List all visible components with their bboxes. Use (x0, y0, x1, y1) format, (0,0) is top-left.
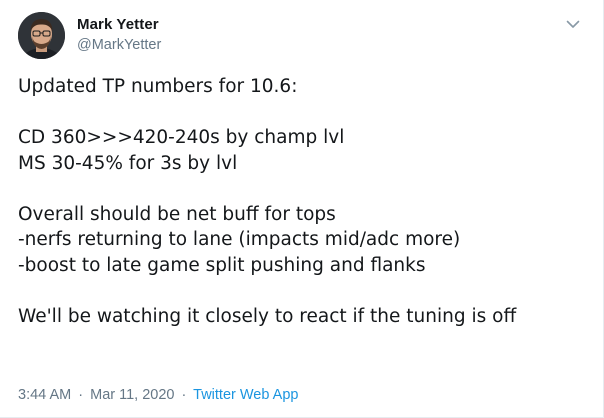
tweet-text: Updated TP numbers for 10.6: CD 360>>>42… (18, 74, 593, 329)
meta-separator: · (78, 387, 84, 403)
tweet-card: Mark Yetter @MarkYetter Updated TP numbe… (0, 0, 604, 418)
tweet-line: Updated TP numbers for 10.6: (18, 76, 298, 97)
tweet-line: -nerfs returning to lane (impacts mid/ad… (18, 229, 461, 250)
tweet-meta: 3:44 AM · Mar 11, 2020 · Twitter Web App (18, 386, 298, 404)
tweet-line: CD 360>>>420-240s by champ lvl (18, 127, 345, 148)
tweet-date[interactable]: Mar 11, 2020 (90, 387, 174, 403)
tweet-line: -boost to late game split pushing and fl… (18, 254, 426, 276)
tweet-line: We'll be watching it closely to react if… (18, 305, 517, 327)
avatar-image (18, 12, 65, 59)
author-name[interactable]: Mark Yetter (77, 16, 161, 34)
meta-separator: · (181, 387, 187, 403)
tweet-time[interactable]: 3:44 AM (18, 387, 71, 403)
author-handle[interactable]: @MarkYetter (77, 36, 161, 54)
chevron-down-icon (566, 20, 580, 28)
tweet-menu-button[interactable] (563, 14, 583, 34)
avatar[interactable] (18, 12, 65, 59)
tweet-line: Overall should be net buff for tops (18, 203, 336, 225)
tweet-line: MS 30-45% for 3s by lvl (18, 152, 238, 174)
tweet-source-link[interactable]: Twitter Web App (193, 387, 298, 403)
author-block: Mark Yetter @MarkYetter (77, 16, 161, 54)
